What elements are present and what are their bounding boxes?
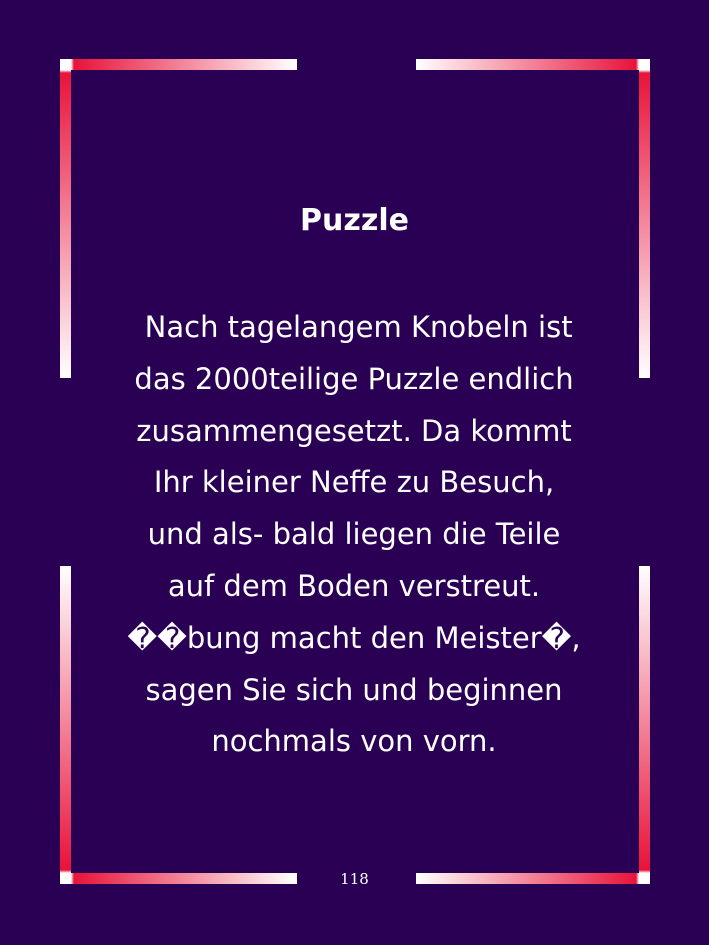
body-line: und als- bald liegen die Teile: [147, 517, 561, 552]
frame-right-lower-bar: [639, 566, 650, 884]
page-number: 118: [340, 870, 369, 888]
body-line: das 2000teilige Puzzle endlich: [134, 361, 574, 396]
body-line: Ihr kleiner Neffe zu Besuch,: [153, 465, 555, 500]
body-line: nochmals von vorn.: [211, 724, 497, 759]
frame-left-lower-bar: [60, 566, 71, 884]
body-line: sagen Sie sich und beginnen: [145, 672, 563, 707]
frame-top-left-bar: [60, 59, 297, 70]
body-line: Nach tagelangem Knobeln ist: [135, 310, 573, 344]
body-line: zusammengesetzt. Da kommt: [136, 413, 572, 448]
frame-top-right-bar: [416, 59, 650, 70]
body-line: ��bung macht den Meister�,: [127, 620, 581, 655]
body-text: Nach tagelangem Knobeln ist das 2000teil…: [104, 302, 604, 768]
page-title: Puzzle: [300, 203, 409, 238]
body-line: auf dem Boden verstreut.: [167, 568, 541, 603]
